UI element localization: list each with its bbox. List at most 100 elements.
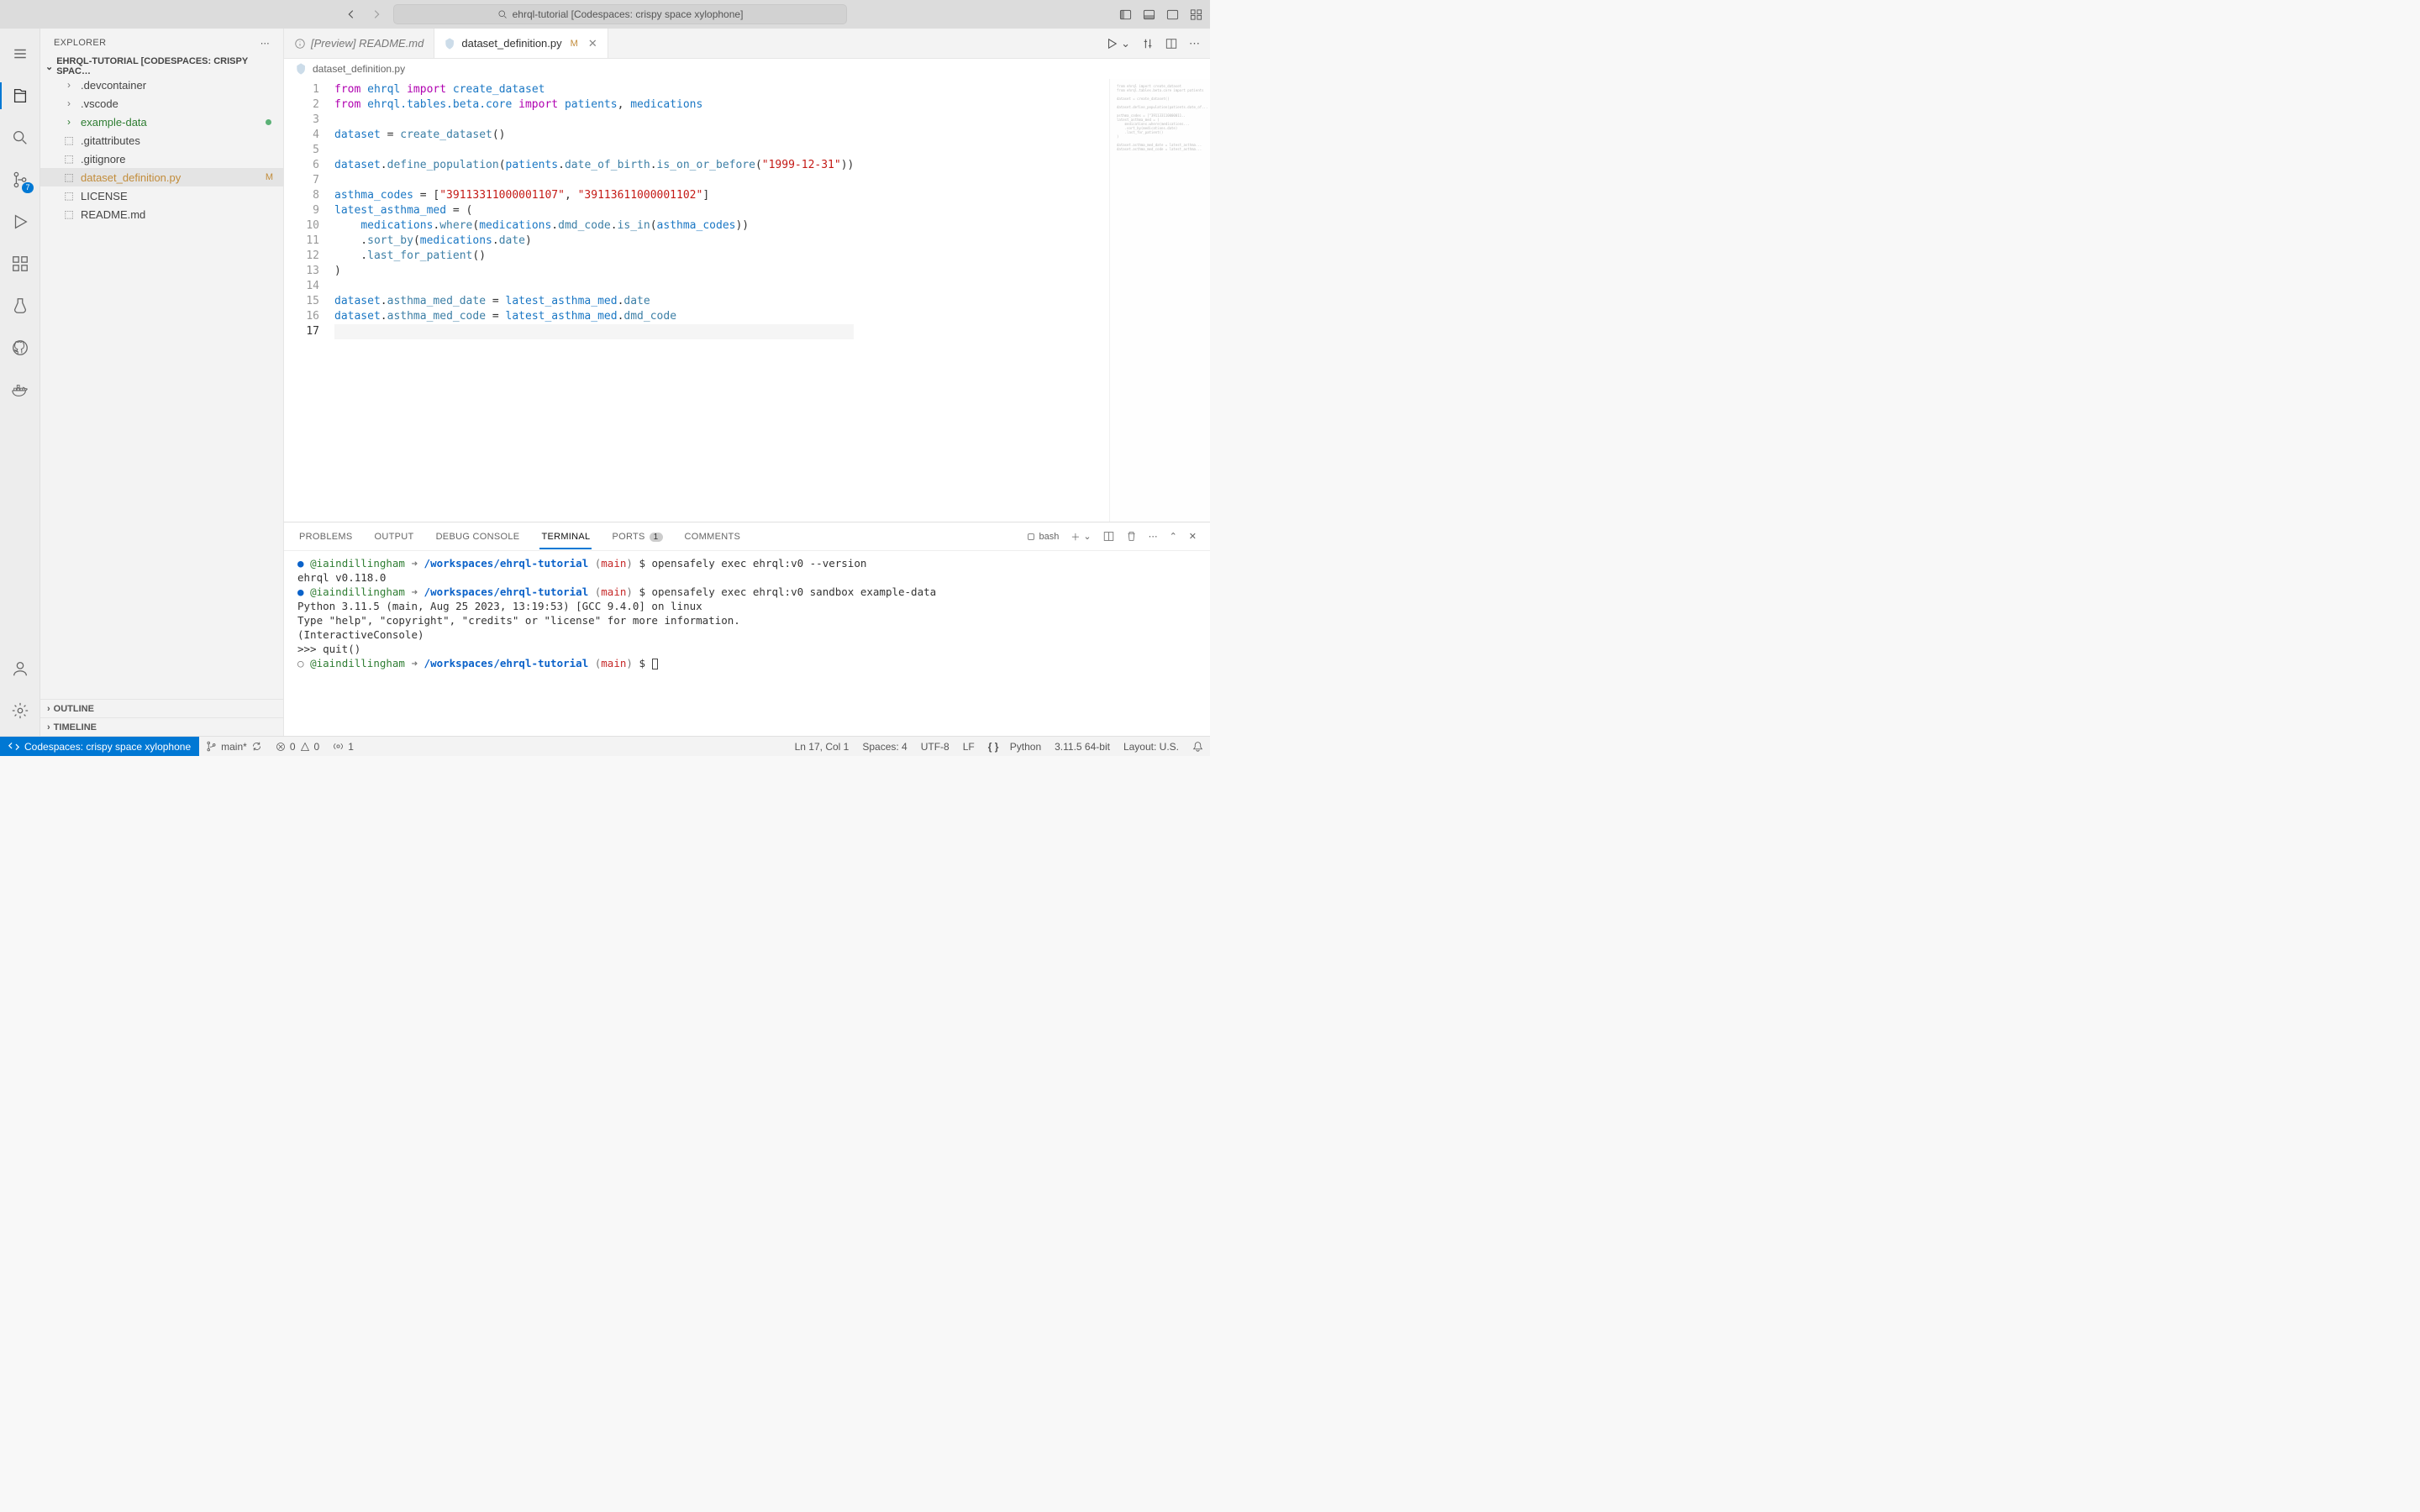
file-label: .devcontainer xyxy=(81,79,146,92)
chevron-right-icon: › xyxy=(62,79,76,91)
notifications-icon[interactable] xyxy=(1186,741,1210,752)
editor-tab[interactable]: dataset_definition.py M ✕ xyxy=(434,29,608,58)
chevron-right-icon: › xyxy=(62,116,76,128)
split-editor-icon[interactable] xyxy=(1165,38,1177,50)
explorer-more-icon[interactable]: ⋯ xyxy=(260,38,270,49)
tab-debug-console[interactable]: DEBUG CONSOLE xyxy=(434,532,522,542)
command-center-text: ehrql-tutorial [Codespaces: crispy space… xyxy=(513,8,744,20)
file-label: .gitattributes xyxy=(81,134,140,147)
panel-maximize-icon[interactable]: ⌃ xyxy=(1170,531,1177,542)
file-README.md[interactable]: ⬚ README.md xyxy=(40,205,283,223)
file-dataset_definition.py[interactable]: ⬚dataset_definition.pyM xyxy=(40,168,283,186)
project-header[interactable]: ⌄ EHRQL-TUTORIAL [CODESPACES: CRISPY SPA… xyxy=(40,57,283,76)
diff-icon[interactable] xyxy=(1142,38,1154,50)
file-label: README.md xyxy=(81,208,145,221)
nav-back-icon[interactable] xyxy=(343,6,360,23)
explorer-icon[interactable] xyxy=(0,77,40,114)
menu-icon[interactable] xyxy=(0,35,40,72)
chevron-right-icon: › xyxy=(62,97,76,109)
search-icon[interactable] xyxy=(0,119,40,156)
file-LICENSE[interactable]: ⬚ LICENSE xyxy=(40,186,283,205)
new-terminal-icon[interactable]: ＋ xyxy=(1071,530,1080,543)
tab-label: dataset_definition.py xyxy=(461,37,561,50)
bottom-panel: PROBLEMS OUTPUT DEBUG CONSOLE TERMINAL P… xyxy=(284,522,1210,736)
nav-forward-icon[interactable] xyxy=(368,6,385,23)
accounts-icon[interactable] xyxy=(0,650,40,687)
file-.vscode[interactable]: ›.vscode xyxy=(40,94,283,113)
run-button[interactable] xyxy=(1106,38,1118,50)
close-tab-icon[interactable]: ✕ xyxy=(588,37,597,50)
file-label: example-data xyxy=(81,116,147,129)
encoding[interactable]: UTF-8 xyxy=(914,741,956,753)
chevron-down-icon: ⌄ xyxy=(45,61,53,72)
layout-sidebar-right-icon[interactable] xyxy=(1165,7,1180,22)
github-icon[interactable] xyxy=(0,329,40,366)
file-label: dataset_definition.py xyxy=(81,171,181,184)
file-tree: ›.devcontainer›.vscode›example-data⬚.git… xyxy=(40,76,283,699)
outline-section[interactable]: ›OUTLINE xyxy=(40,699,283,717)
tab-output[interactable]: OUTPUT xyxy=(373,532,416,542)
keyboard-layout[interactable]: Layout: U.S. xyxy=(1117,741,1186,753)
split-terminal-icon[interactable] xyxy=(1103,531,1114,542)
kill-terminal-icon[interactable] xyxy=(1126,531,1137,542)
run-debug-icon[interactable] xyxy=(0,203,40,240)
modified-badge: M xyxy=(571,39,578,49)
eol[interactable]: LF xyxy=(956,741,981,753)
command-center[interactable]: ehrql-tutorial [Codespaces: crispy space… xyxy=(393,4,847,24)
tab-bar: [Preview] README.md dataset_definition.py… xyxy=(284,29,1210,59)
file-.gitignore[interactable]: ⬚.gitignore xyxy=(40,150,283,168)
extensions-icon[interactable] xyxy=(0,245,40,282)
timeline-section[interactable]: ›TIMELINE xyxy=(40,717,283,736)
layout-sidebar-left-icon[interactable] xyxy=(1118,7,1133,22)
sync-icon[interactable] xyxy=(251,741,262,752)
run-dropdown-icon[interactable]: ⌄ xyxy=(1121,37,1130,50)
status-bar: Codespaces: crispy space xylophone main*… xyxy=(0,736,1210,756)
file-label: .gitignore xyxy=(81,153,125,165)
source-control-icon[interactable]: 7 xyxy=(0,161,40,198)
tab-terminal[interactable]: TERMINAL xyxy=(539,532,592,542)
tab-label: [Preview] README.md xyxy=(311,37,424,50)
file-example-data[interactable]: › example-data xyxy=(40,113,283,131)
problems-status[interactable]: 0 0 xyxy=(269,741,326,753)
file-.devcontainer[interactable]: › .devcontainer xyxy=(40,76,283,94)
tab-problems[interactable]: PROBLEMS xyxy=(297,532,355,542)
project-name: EHRQL-TUTORIAL [CODESPACES: CRISPY SPAC… xyxy=(56,56,278,76)
code-editor[interactable]: 1234567891011121314151617 from ehrql imp… xyxy=(284,79,1109,522)
breadcrumb[interactable]: dataset_definition.py xyxy=(284,59,1210,79)
language-mode[interactable]: { } Python xyxy=(981,741,1048,753)
testing-icon[interactable] xyxy=(0,287,40,324)
info-icon xyxy=(294,38,306,50)
cursor-position[interactable]: Ln 17, Col 1 xyxy=(788,741,856,753)
modified-dot xyxy=(266,119,271,125)
terminal-dropdown-icon[interactable]: ⌄ xyxy=(1083,531,1091,542)
ports-status[interactable]: 1 xyxy=(326,741,360,753)
panel-more-icon[interactable]: ⋯ xyxy=(1149,531,1158,542)
explorer-sidebar: EXPLORER ⋯ ⌄ EHRQL-TUTORIAL [CODESPACES:… xyxy=(40,29,284,736)
settings-gear-icon[interactable] xyxy=(0,692,40,729)
remote-indicator[interactable]: Codespaces: crispy space xylophone xyxy=(0,737,199,756)
terminal-content[interactable]: ● @iaindillingham ➜ /workspaces/ehrql-tu… xyxy=(284,551,1210,736)
python-interpreter[interactable]: 3.11.5 64-bit xyxy=(1048,741,1117,753)
python-icon xyxy=(445,38,456,50)
titlebar: ehrql-tutorial [Codespaces: crispy space… xyxy=(0,0,1210,29)
indentation[interactable]: Spaces: 4 xyxy=(855,741,913,753)
terminal-profile[interactable]: bash xyxy=(1028,532,1059,542)
layout-customize-icon[interactable] xyxy=(1188,7,1203,22)
file-icon: ⬚ xyxy=(62,190,76,202)
file-icon: ⬚ xyxy=(62,134,76,146)
more-actions-icon[interactable]: ⋯ xyxy=(1189,37,1200,50)
file-label: LICENSE xyxy=(81,190,128,202)
editor-tab[interactable]: [Preview] README.md xyxy=(284,29,434,58)
modified-badge: M xyxy=(266,172,273,182)
git-branch[interactable]: main* xyxy=(199,741,269,753)
file-.gitattributes[interactable]: ⬚ .gitattributes xyxy=(40,131,283,150)
editor-area: [Preview] README.md dataset_definition.py… xyxy=(284,29,1210,736)
layout-panel-icon[interactable] xyxy=(1141,7,1156,22)
scm-badge: 7 xyxy=(22,182,33,193)
file-icon: ⬚ xyxy=(62,208,76,220)
docker-icon[interactable] xyxy=(0,371,40,408)
panel-close-icon[interactable]: ✕ xyxy=(1189,531,1197,542)
tab-comments[interactable]: COMMENTS xyxy=(683,532,743,542)
tab-ports[interactable]: PORTS1 xyxy=(610,532,664,542)
minimap[interactable]: from ehrql import create_dataset from eh… xyxy=(1109,79,1210,522)
